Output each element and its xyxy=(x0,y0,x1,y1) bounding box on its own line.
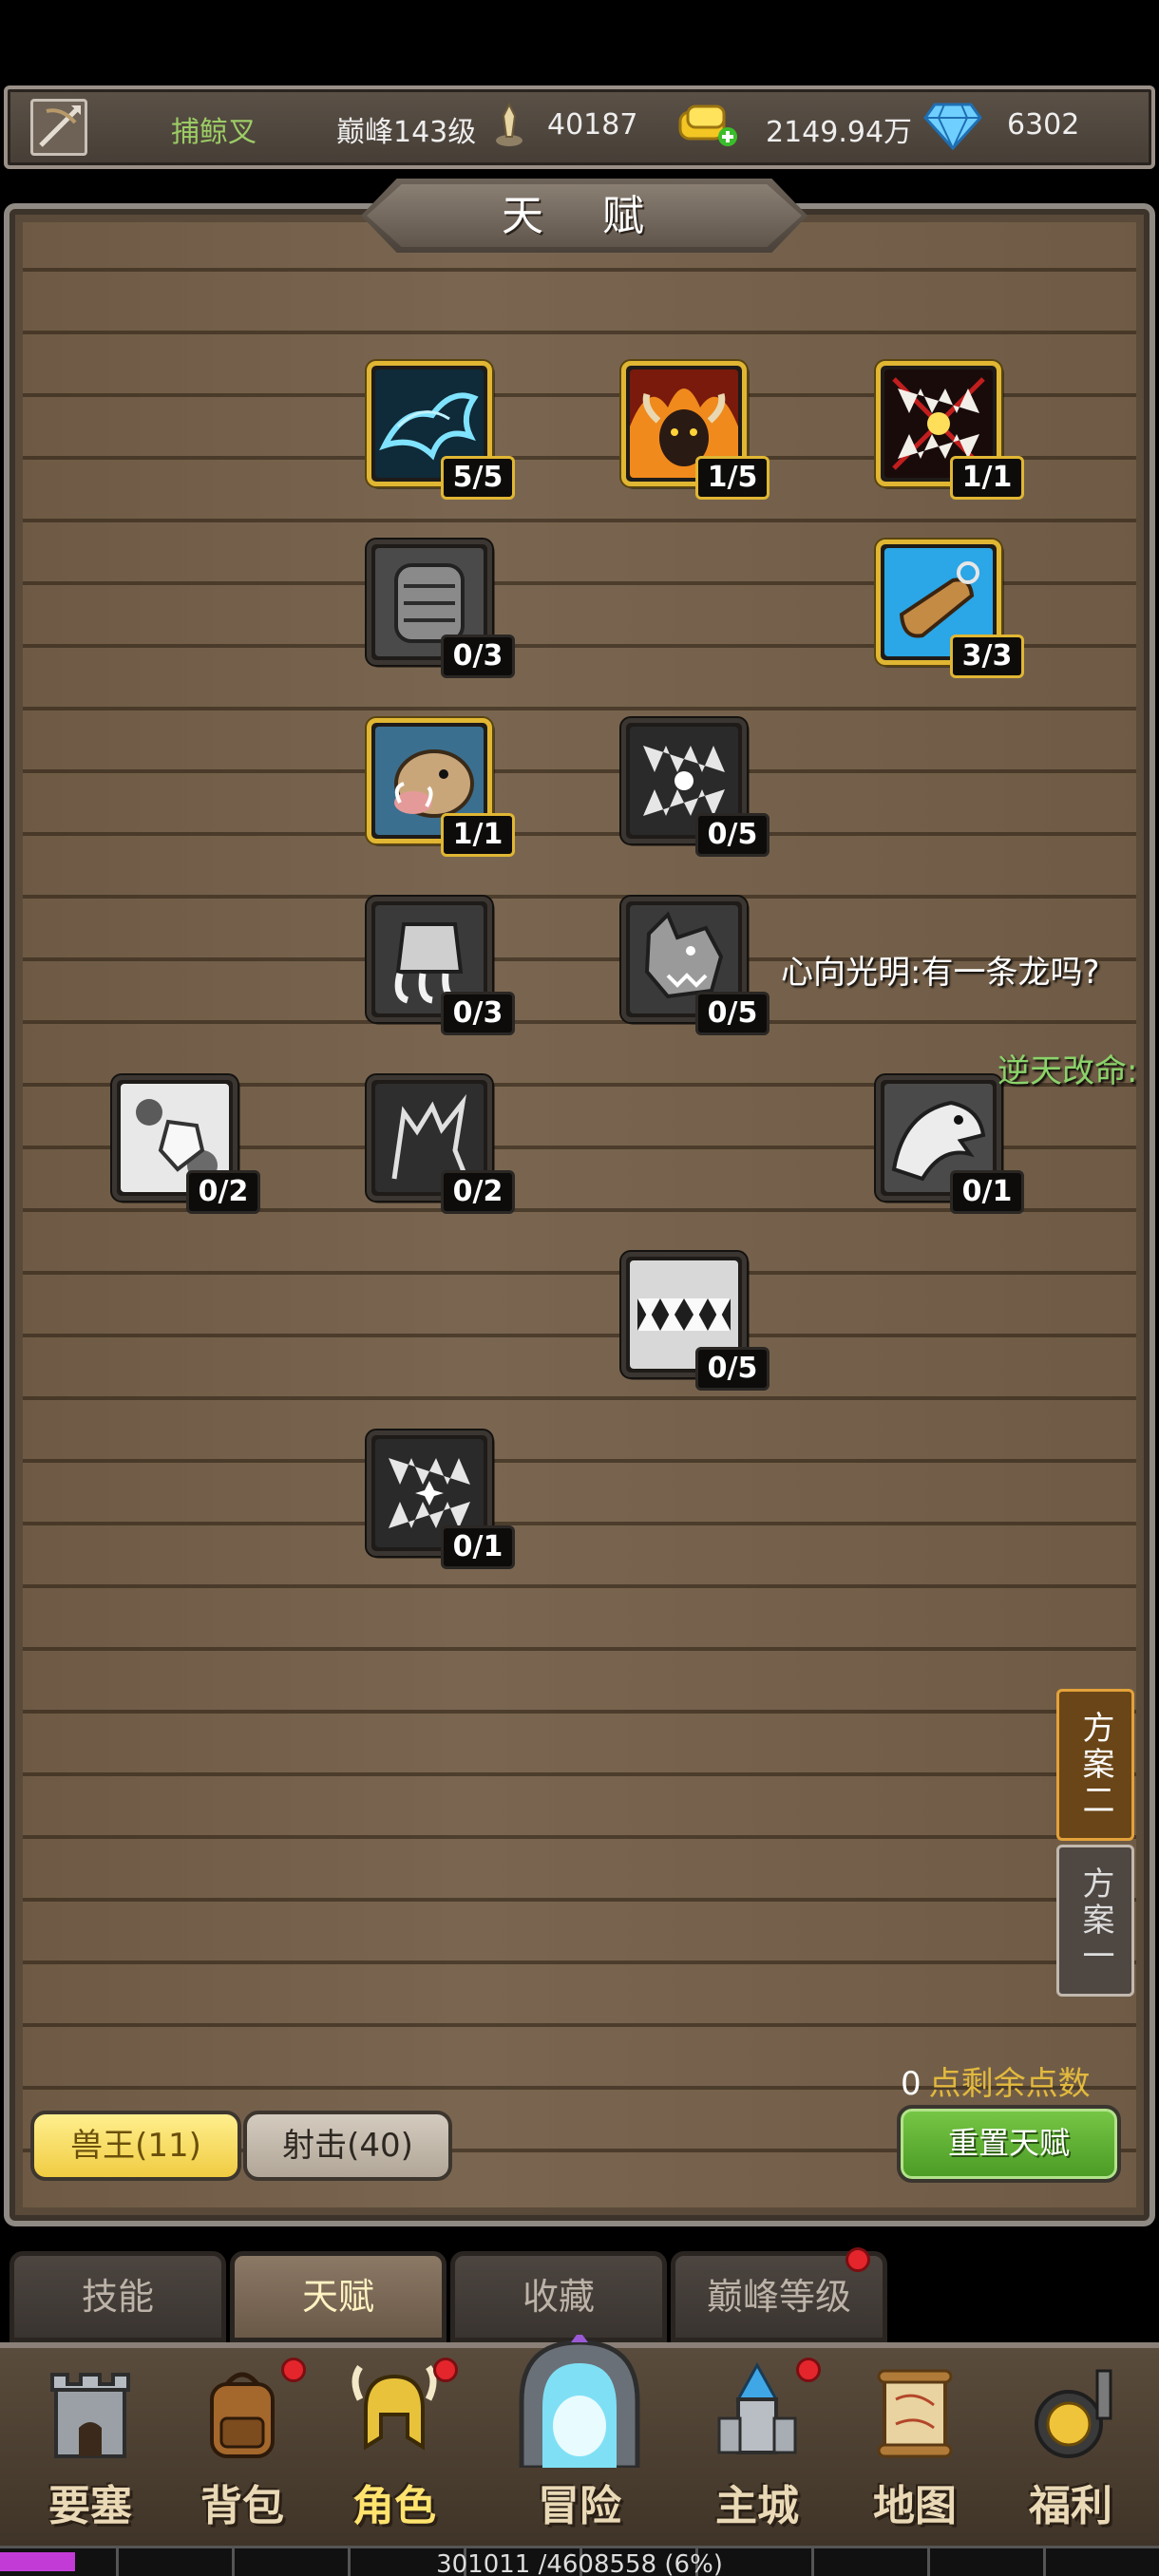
claw-armor-talent[interactable]: 0/3 xyxy=(367,540,515,678)
talent-level: 0/5 xyxy=(695,813,770,857)
notification-dot xyxy=(796,2358,821,2382)
fortress-icon xyxy=(50,2373,130,2458)
talent-level: 0/2 xyxy=(441,1170,515,1214)
werewolf-talent[interactable]: 0/5 xyxy=(621,897,770,1035)
panel-title: 天 赋 xyxy=(502,192,667,240)
nav-fortress[interactable]: 要塞 xyxy=(19,2358,162,2557)
spirit-wolf-talent[interactable]: 5/5 xyxy=(367,361,515,500)
talent-level: 0/1 xyxy=(441,1525,515,1569)
nav-character[interactable]: 角色 xyxy=(323,2358,466,2557)
helmet-icon xyxy=(352,2364,437,2451)
hunting-whistle-talent[interactable]: 3/3 xyxy=(876,540,1024,678)
blood-fang-talent[interactable]: 1/1 xyxy=(876,361,1024,500)
eagle-talent[interactable]: 0/1 xyxy=(876,1075,1024,1214)
talent-level: 0/5 xyxy=(695,1347,770,1391)
peak-sword-icon xyxy=(496,103,522,146)
gold-coins-icon[interactable] xyxy=(676,103,741,148)
sub-tab-bar: 技能 天赋 收藏 巅峰等级 xyxy=(0,2238,1159,2342)
nav-map[interactable]: 地图 xyxy=(844,2358,986,2557)
talent-level: 0/5 xyxy=(695,992,770,1035)
beast-king-branch-button[interactable]: 兽王(11) xyxy=(30,2111,241,2181)
boar-talent[interactable]: 1/1 xyxy=(367,718,515,857)
notification-dot xyxy=(281,2358,306,2382)
nav-label: 主城 xyxy=(715,2482,799,2530)
gold-amount: 2149.94万 xyxy=(766,116,913,149)
nav-label: 背包 xyxy=(200,2482,284,2530)
nav-welfare[interactable]: 福利 xyxy=(999,2358,1142,2557)
remaining-points: 0 点剩余点数 xyxy=(901,2057,1091,2104)
talent-level: 1/5 xyxy=(695,456,770,500)
diamond-icon[interactable] xyxy=(923,101,982,150)
experience-bar: 301011 /4608558 (6%) xyxy=(0,2546,1159,2576)
tab-skills[interactable]: 技能 xyxy=(10,2251,226,2342)
castle-icon xyxy=(717,2361,797,2454)
nav-label: 福利 xyxy=(1029,2482,1112,2530)
talent-level: 0/1 xyxy=(950,1170,1024,1214)
notification-dot xyxy=(846,2247,870,2272)
gem-amount: 6302 xyxy=(1007,108,1080,142)
talent-level: 1/1 xyxy=(441,813,515,857)
portal-icon xyxy=(519,2335,640,2468)
nav-label: 要塞 xyxy=(48,2482,132,2530)
talent-level: 1/1 xyxy=(950,456,1024,500)
player-name: 捕鲸叉 xyxy=(171,116,256,149)
crossbow-icon[interactable] xyxy=(30,99,87,156)
nav-label: 地图 xyxy=(873,2482,957,2530)
nav-label: 冒险 xyxy=(538,2482,621,2530)
reset-talents-button[interactable]: 重置天赋 xyxy=(897,2105,1121,2183)
chat-message: 逆天改命: xyxy=(998,1052,1138,1090)
gift-bag-icon xyxy=(1035,2369,1112,2458)
jaws-talent[interactable]: 0/5 xyxy=(621,1252,770,1391)
tab-talents[interactable]: 天赋 xyxy=(230,2251,446,2342)
plan-two-tab[interactable]: 方案二 xyxy=(1056,1689,1134,1841)
flame-bull-talent[interactable]: 1/5 xyxy=(621,361,770,500)
experience-text: 301011 /4608558 (6%) xyxy=(436,2550,723,2576)
nav-backpack[interactable]: 背包 xyxy=(171,2358,314,2557)
nav-label: 角色 xyxy=(352,2482,436,2530)
points-count: 0 xyxy=(901,2065,922,2103)
talent-level: 5/5 xyxy=(441,456,515,500)
talent-level: 0/2 xyxy=(186,1170,260,1214)
notification-dot xyxy=(433,2358,458,2382)
nav-main-city[interactable]: 主城 xyxy=(686,2358,828,2557)
shooting-branch-button[interactable]: 射击(40) xyxy=(243,2111,452,2181)
talent-level: 0/3 xyxy=(441,635,515,678)
tiger-claw-talent[interactable]: 0/3 xyxy=(367,897,515,1035)
paw-print-talent[interactable]: 0/2 xyxy=(112,1075,260,1214)
system-status-bar xyxy=(0,0,1159,84)
plan-one-tab[interactable]: 方案一 xyxy=(1056,1845,1134,1997)
talent-panel xyxy=(4,203,1155,2226)
player-info-bar: 捕鲸叉 巅峰143级 40187 2149.94万 6302 xyxy=(4,85,1155,169)
points-label: 点剩余点数 xyxy=(928,2065,1091,2103)
peak-level: 巅峰143级 xyxy=(336,116,477,149)
talent-level: 0/3 xyxy=(441,992,515,1035)
nav-adventure[interactable]: 冒险 xyxy=(504,2335,656,2557)
backpack-icon xyxy=(210,2372,275,2458)
chat-message: 心向光明:有一条龙吗? xyxy=(781,954,1100,992)
bottom-nav: 要塞 背包 角色 冒险 主城 地图 福利 xyxy=(0,2335,1159,2561)
fang-strike-talent[interactable]: 0/1 xyxy=(367,1430,515,1569)
combat-power: 40187 xyxy=(547,108,638,142)
tab-collection[interactable]: 收藏 xyxy=(450,2251,667,2342)
map-scroll-icon xyxy=(877,2369,953,2458)
talent-level: 3/3 xyxy=(950,635,1024,678)
shadow-cat-talent[interactable]: 0/2 xyxy=(367,1075,515,1214)
fang-burst-talent[interactable]: 0/5 xyxy=(621,718,770,857)
